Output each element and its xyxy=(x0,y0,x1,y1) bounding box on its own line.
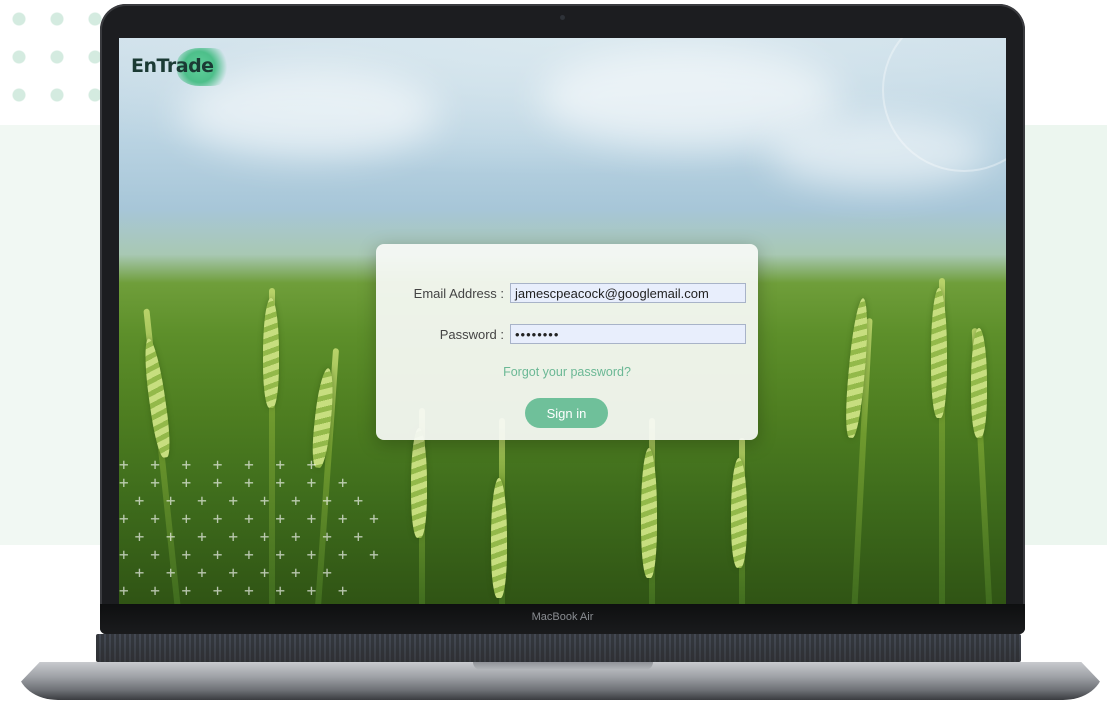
sign-in-button[interactable]: Sign in xyxy=(525,398,608,428)
wheat-ear xyxy=(731,458,747,568)
keyboard xyxy=(96,634,1021,662)
password-row: Password : •••••••• xyxy=(376,323,758,345)
wheat-ear xyxy=(263,298,279,408)
screen: + + + + + + + + + + + + + + + + + + + + … xyxy=(119,38,1006,608)
email-label: Email Address : xyxy=(413,285,504,301)
lid-notch xyxy=(473,662,653,670)
laptop-lid: + + + + + + + + + + + + + + + + + + + + … xyxy=(100,4,1025,634)
wheat-ear xyxy=(411,428,427,538)
logo[interactable]: EnTrade xyxy=(131,48,233,86)
login-card: Email Address : jamescpeacock@googlemail… xyxy=(376,244,758,440)
password-field[interactable]: •••••••• xyxy=(510,324,746,344)
wheat-ear xyxy=(641,448,657,578)
logo-text: EnTrade xyxy=(131,55,214,77)
wheat-ear xyxy=(931,288,947,418)
laptop-base xyxy=(18,630,1103,700)
decorative-plus-pattern: + + + + + + + + + + + + + + + + + + + + … xyxy=(119,455,385,600)
email-row: Email Address : jamescpeacock@googlemail… xyxy=(376,282,758,304)
forgot-password-link[interactable]: Forgot your password? xyxy=(376,365,758,379)
green-background-band-left xyxy=(0,125,110,545)
wheat-ear xyxy=(491,478,507,598)
wheat-ear xyxy=(971,328,987,438)
password-label: Password : xyxy=(439,326,504,342)
email-field[interactable]: jamescpeacock@googlemail.com xyxy=(510,283,746,303)
model-label: MacBook Air xyxy=(531,611,594,623)
camera-icon xyxy=(560,15,565,20)
